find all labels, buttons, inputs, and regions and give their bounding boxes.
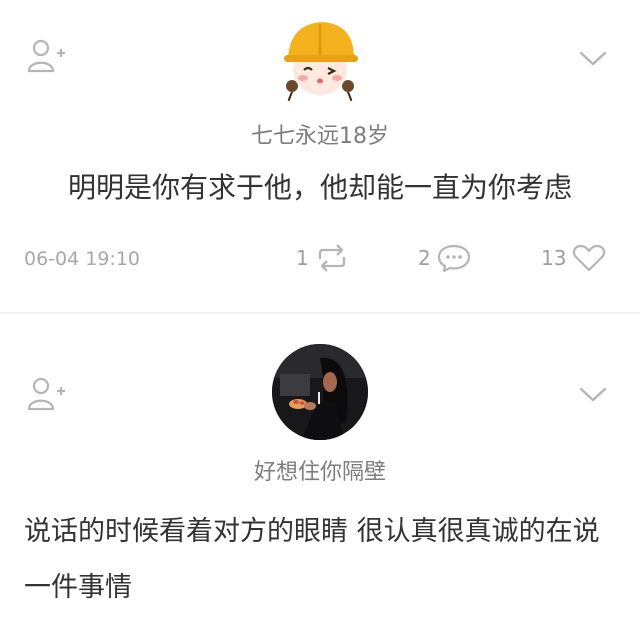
post-text: 说话的时候看着对方的眼睛 很认真很真诚的在说一件事情: [24, 516, 600, 603]
comment-icon: [437, 244, 470, 273]
timestamp: 06-04 19:10: [24, 248, 141, 270]
username[interactable]: 好想住你隔壁: [0, 454, 640, 486]
chevron-down-icon[interactable]: [578, 384, 608, 404]
post-card: 七七永远18岁 明明是你有求于他，他却能一直为你考虑 06-04 19:10 1…: [0, 0, 640, 312]
post-text: 明明是你有求于他，他却能一直为你考虑: [67, 171, 572, 204]
photo-avatar-icon: [272, 344, 368, 440]
repost-icon: [318, 244, 345, 272]
heart-icon: [573, 244, 606, 272]
comment-count: 2: [418, 246, 431, 270]
comment-button[interactable]: 2: [418, 236, 471, 280]
cartoon-girl-avatar-icon: [270, 12, 370, 112]
chevron-down-icon[interactable]: [578, 48, 608, 68]
follow-user-icon[interactable]: [26, 38, 68, 74]
post-card: 好想住你隔壁 说话的时候看着对方的眼睛 很认真很真诚的在说一件事情: [0, 314, 640, 636]
follow-user-icon[interactable]: [26, 376, 68, 412]
like-count: 13: [541, 246, 567, 270]
avatar[interactable]: [270, 12, 370, 112]
username[interactable]: 七七永远18岁: [0, 118, 640, 150]
avatar[interactable]: [272, 344, 368, 440]
repost-button[interactable]: 1: [296, 236, 349, 280]
like-button[interactable]: 13: [541, 236, 606, 280]
repost-count: 1: [296, 246, 309, 270]
